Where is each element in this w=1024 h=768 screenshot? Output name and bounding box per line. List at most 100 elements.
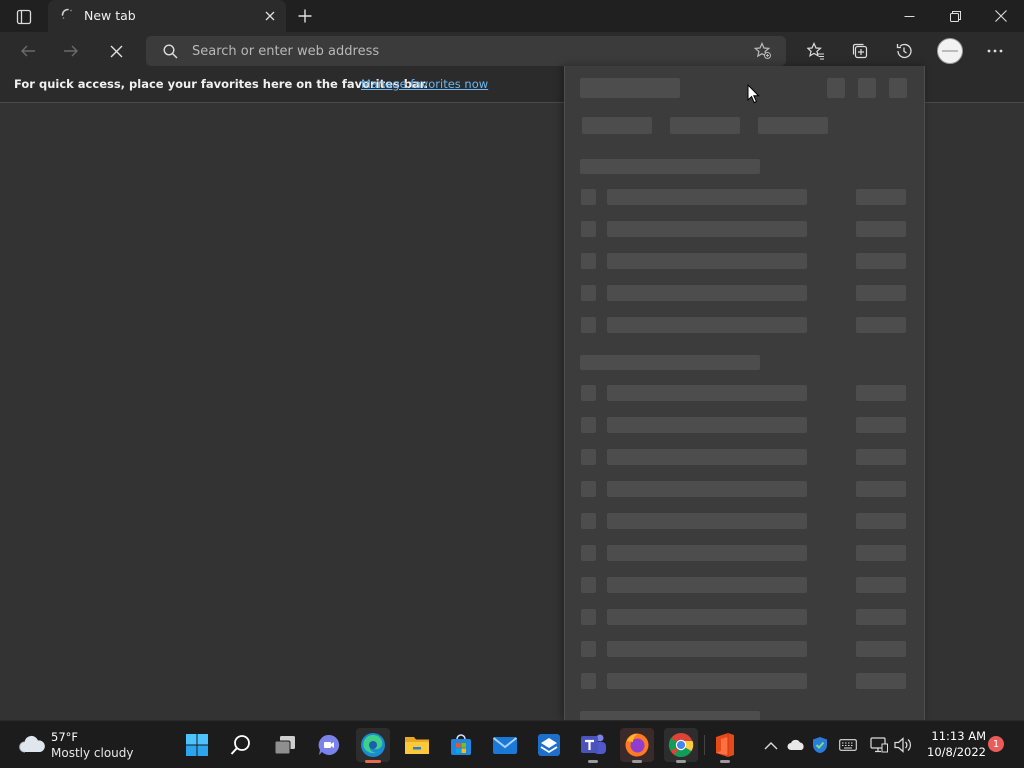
tab-title: New tab [84,8,136,23]
file-explorer-icon [405,737,429,754]
chevron-up-icon [764,741,778,749]
taskbar-chrome[interactable] [664,728,698,763]
taskbar-edge[interactable] [356,728,390,763]
history-icon [896,43,912,59]
section-header-placeholder [580,159,760,174]
history-button[interactable] [889,36,919,66]
favorite-star-icon [754,42,771,59]
weather-temperature: 57°F [51,730,78,744]
mail-icon [492,737,518,754]
tab-close-button[interactable] [262,8,278,24]
weather-condition: Mostly cloudy [51,746,134,760]
history-panel [564,66,925,720]
show-hidden-icons-button[interactable] [761,735,781,755]
address-input[interactable] [192,42,732,60]
add-favorite-button[interactable] [752,41,774,61]
running-indicator [676,760,686,763]
firefox-icon [625,733,649,757]
taskbar-app-icon [538,734,560,756]
security-shield-icon [812,737,828,753]
taskbar-teams[interactable] [576,728,610,763]
edge-icon [361,733,385,757]
windows-security-tray[interactable] [810,735,830,755]
minimize-button[interactable] [886,0,932,32]
clock-time[interactable]: 11:13 AM [930,729,986,743]
taskbar-search-button[interactable] [224,728,258,762]
taskbar-app[interactable] [532,728,566,762]
clock-date[interactable]: 10/8/2022 [922,745,986,759]
taskbar-divider [704,735,705,755]
running-indicator [632,760,642,763]
favorites-button[interactable] [801,36,831,66]
profile-avatar[interactable] [937,38,963,64]
loading-spinner-icon [61,8,72,19]
notification-badge[interactable]: 1 [988,736,1004,752]
office-icon [716,733,734,757]
taskbar-microsoft-store[interactable] [444,728,478,762]
forward-arrow-icon [64,45,78,57]
panel-tab-placeholder [758,117,828,134]
collections-button[interactable] [845,36,875,66]
network-tray[interactable] [869,735,889,755]
panel-action-placeholder [858,78,876,98]
window-close-icon [995,10,1007,22]
running-indicator [588,760,598,763]
microsoft-store-icon [451,734,471,755]
plus-icon [298,9,312,23]
favorites-icon [807,42,824,60]
window-close-button[interactable] [978,0,1024,32]
stop-icon [110,45,122,57]
section-header-placeholder [580,355,760,370]
tab-actions-menu[interactable] [8,6,40,28]
stop-loading-button[interactable] [101,36,131,66]
taskbar-office[interactable] [708,728,742,763]
panel-action-placeholder [889,78,907,98]
more-options-icon [987,49,1003,53]
taskbar-mail[interactable] [488,728,522,762]
panel-tab-placeholder [582,117,652,134]
chat-button[interactable] [312,728,346,762]
taskbar-firefox[interactable] [620,728,654,763]
teams-icon [581,734,606,754]
taskbar: 57°F Mostly cloudy 11:13 AM 10/8/2022 1 [0,720,1024,768]
active-indicator [365,760,381,763]
mouse-cursor-icon [747,84,760,104]
taskbar-search-icon [230,735,250,755]
forward-button[interactable] [56,36,86,66]
search-icon [163,44,178,59]
volume-icon [894,737,911,753]
weather-cloud-icon [19,735,45,753]
volume-tray[interactable] [893,735,913,755]
close-icon [265,11,275,21]
onedrive-icon [787,739,804,750]
restore-icon [949,10,961,22]
manage-favorites-link[interactable]: Manage favorites now [361,77,488,91]
panel-action-placeholder [827,78,845,98]
onedrive-tray[interactable] [786,735,806,755]
minimize-icon [904,15,914,17]
new-tab-button[interactable] [292,4,318,28]
input-indicator-tray[interactable] [838,735,858,755]
chat-icon [318,734,340,755]
section-header-placeholder [580,711,760,720]
chrome-icon [668,733,694,758]
address-bar[interactable] [146,36,786,66]
taskbar-file-explorer[interactable] [400,728,434,762]
restore-button[interactable] [932,0,978,32]
panel-tab-placeholder [670,117,740,134]
running-indicator [720,760,730,763]
network-icon [870,737,888,753]
weather-widget[interactable]: 57°F Mostly cloudy [10,725,135,765]
collections-icon [852,43,868,59]
panel-title-placeholder [580,78,680,98]
keyboard-icon [839,739,857,751]
back-arrow-icon [21,45,35,57]
title-bar: New tab [0,0,1024,32]
start-button[interactable] [180,728,214,762]
back-button[interactable] [13,36,43,66]
browser-tab[interactable]: New tab [48,0,286,32]
tab-actions-icon [16,9,32,25]
task-view-button[interactable] [268,728,302,762]
more-options-button[interactable] [980,36,1010,66]
task-view-icon [274,736,295,755]
